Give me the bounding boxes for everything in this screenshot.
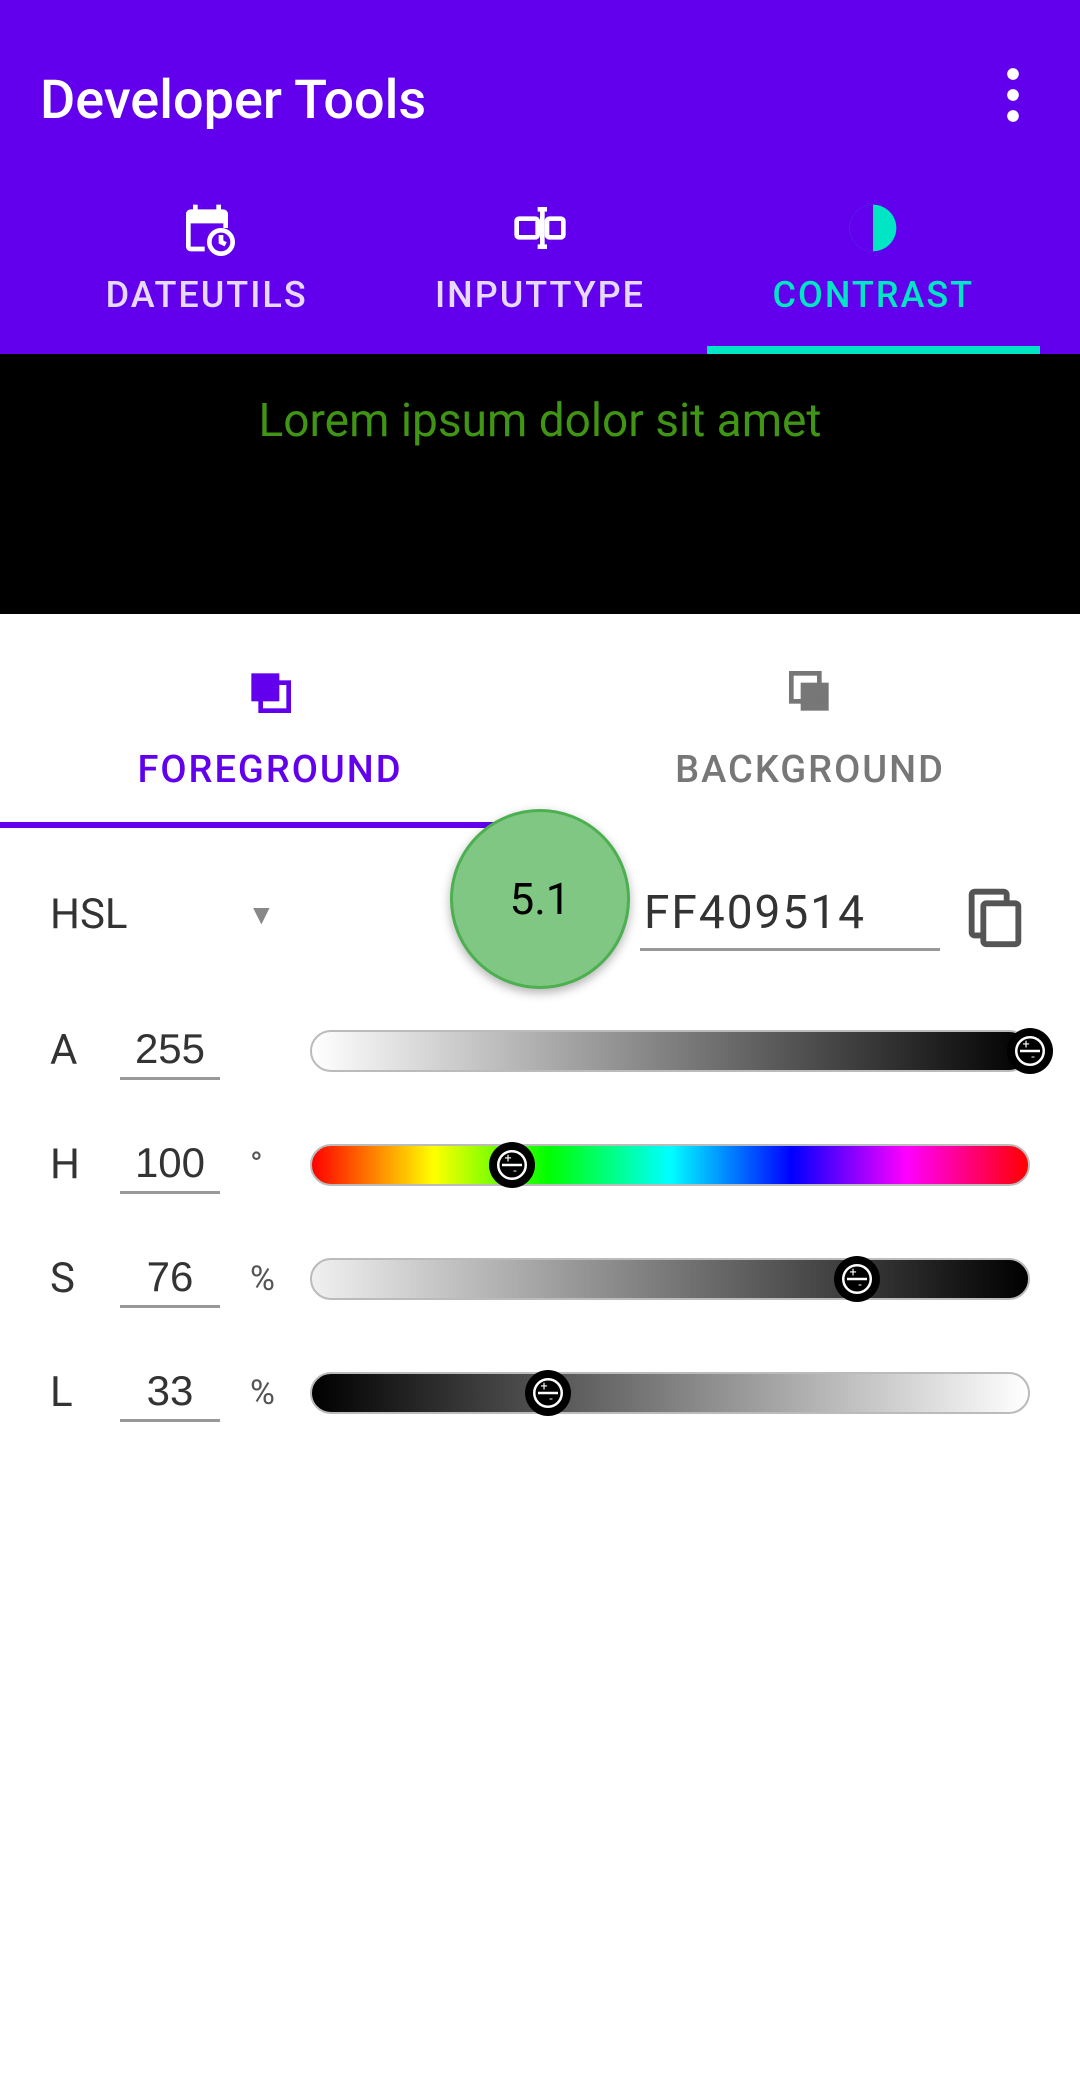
slider-label: S xyxy=(50,1254,90,1303)
slider-thumb[interactable]: +- xyxy=(1007,1028,1053,1074)
slider-unit: % xyxy=(250,1373,280,1413)
contrast-preview: Lorem ipsum dolor sit amet xyxy=(0,354,1080,614)
svg-text:+: + xyxy=(1023,1037,1030,1052)
more-options-button[interactable] xyxy=(986,47,1040,153)
svg-text:+: + xyxy=(504,1151,511,1166)
alpha-value-input[interactable] xyxy=(120,1021,220,1080)
calendar-clock-icon xyxy=(179,200,235,256)
tab-label: CONTRAST xyxy=(773,274,975,316)
hue-value-input[interactable] xyxy=(120,1135,220,1194)
svg-text:-: - xyxy=(858,1278,862,1293)
hex-input[interactable] xyxy=(640,878,940,951)
svg-text:-: - xyxy=(549,1392,553,1407)
layers-foreground-icon xyxy=(242,664,298,730)
slider-row-lightness: L % +- xyxy=(50,1363,1030,1422)
svg-text:+: + xyxy=(850,1265,857,1280)
tab-dateutils[interactable]: DATEUTILS xyxy=(40,180,373,354)
sample-text: Lorem ipsum dolor sit amet xyxy=(259,394,822,448)
tab-label: INPUTTYPE xyxy=(435,274,645,316)
contrast-icon: +- xyxy=(845,200,901,256)
slider-label: A xyxy=(50,1026,90,1075)
tab-background[interactable]: BACKGROUND xyxy=(540,614,1080,828)
slider-label: H xyxy=(50,1140,90,1189)
svg-text:-: - xyxy=(513,1164,517,1179)
lightness-value-input[interactable] xyxy=(120,1363,220,1422)
slider-unit: % xyxy=(250,1259,280,1299)
tab-label: BACKGROUND xyxy=(675,748,945,792)
slider-row-alpha: A +- xyxy=(50,1021,1030,1080)
tab-label: FOREGROUND xyxy=(137,748,402,792)
svg-text:+: + xyxy=(540,1379,547,1394)
slider-thumb[interactable]: +- xyxy=(834,1256,880,1302)
tab-contrast[interactable]: +- CONTRAST xyxy=(707,180,1040,354)
lightness-slider[interactable]: +- xyxy=(310,1372,1030,1414)
tab-label: DATEUTILS xyxy=(106,274,308,316)
slider-row-saturation: S % +- xyxy=(50,1249,1030,1308)
contrast-ratio-badge: 5.1 xyxy=(450,809,630,989)
alpha-slider[interactable]: +- xyxy=(310,1030,1030,1072)
tab-foreground[interactable]: FOREGROUND xyxy=(0,614,540,828)
copy-button[interactable] xyxy=(960,880,1030,950)
color-mode-label: HSL xyxy=(50,890,128,939)
saturation-value-input[interactable] xyxy=(120,1249,220,1308)
tab-inputtype[interactable]: INPUTTYPE xyxy=(373,180,706,354)
layers-background-icon xyxy=(782,664,838,730)
app-bar: Developer Tools DATEUTILS INPUTTYPE +- C… xyxy=(0,0,1080,354)
slider-thumb[interactable]: +- xyxy=(489,1142,535,1188)
slider-row-hue: H ° +- xyxy=(50,1135,1030,1194)
color-mode-select[interactable]: HSL ▼ xyxy=(50,890,275,939)
saturation-slider[interactable]: +- xyxy=(310,1258,1030,1300)
text-cursor-icon xyxy=(512,200,568,256)
slider-thumb[interactable]: +- xyxy=(525,1370,571,1416)
app-title: Developer Tools xyxy=(40,69,426,132)
svg-text:-: - xyxy=(876,224,888,248)
slider-label: L xyxy=(50,1368,90,1417)
top-tab-bar: DATEUTILS INPUTTYPE +- CONTRAST xyxy=(40,180,1040,354)
svg-text:-: - xyxy=(1031,1050,1035,1065)
slider-unit: ° xyxy=(250,1145,280,1185)
hue-slider[interactable]: +- xyxy=(310,1144,1030,1186)
dropdown-caret-icon: ▼ xyxy=(248,898,276,931)
fg-bg-tab-bar: FOREGROUND BACKGROUND xyxy=(0,614,1080,828)
